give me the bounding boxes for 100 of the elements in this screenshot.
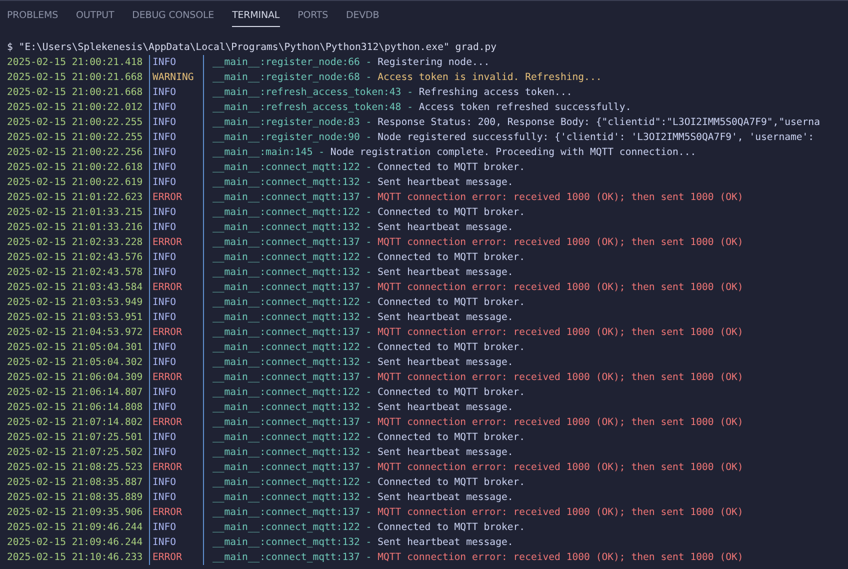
log-message: Sent heartbeat message. (378, 356, 514, 370)
log-source: __main__:connect_mqtt:122 - (212, 386, 372, 400)
log-source: __main__:connect_mqtt:132 - (212, 311, 372, 325)
log-timestamp: 2025-02-15 21:04:53.972 (7, 326, 143, 340)
log-severity: INFO (152, 131, 178, 145)
log-severity: ERROR (152, 416, 183, 430)
log-severity: INFO (152, 86, 178, 100)
log-message: Sent heartbeat message. (378, 176, 514, 190)
log-severity: ERROR (152, 281, 183, 295)
log-severity: INFO (152, 146, 178, 160)
log-source: __main__:connect_mqtt:137 - (212, 371, 372, 385)
log-timestamp: 2025-02-15 21:05:04.302 (7, 356, 143, 370)
log-timestamp: 2025-02-15 21:09:46.244 (7, 521, 143, 535)
log-message: MQTT connection error: received 1000 (OK); then sent 1000 (OK) (378, 551, 744, 565)
log-message: Access token refreshed successfully. (418, 101, 632, 115)
log-source: __main__:connect_mqtt:132 - (212, 356, 372, 370)
log-source: __main__:connect_mqtt:137 - (212, 416, 372, 430)
log-timestamp: 2025-02-15 21:02:33.228 (7, 236, 143, 250)
log-source: __main__:connect_mqtt:137 - (212, 191, 372, 205)
command-line: $ "E:\Users\Splekenesis\AppData\Local\Programs\Python\Python312\python.exe" grad.py (7, 41, 498, 55)
log-severity: INFO (152, 536, 178, 550)
log-message: MQTT connection error: received 1000 (OK); then sent 1000 (OK) (378, 461, 744, 475)
log-timestamp: 2025-02-15 21:03:53.949 (7, 296, 143, 310)
log-severity: INFO (152, 176, 178, 190)
log-timestamp: 2025-02-15 21:01:22.623 (7, 191, 143, 205)
log-source: __main__:connect_mqtt:137 - (212, 461, 372, 475)
log-message: Sent heartbeat message. (378, 311, 514, 325)
log-severity: ERROR (152, 191, 183, 205)
log-timestamp: 2025-02-15 21:10:46.233 (7, 551, 143, 565)
log-timestamp: 2025-02-15 21:08:25.523 (7, 461, 143, 475)
log-message: MQTT connection error: received 1000 (OK); then sent 1000 (OK) (378, 371, 744, 385)
log-source: __main__:connect_mqtt:137 - (212, 236, 372, 250)
log-severity: WARNING (152, 71, 195, 85)
log-message: MQTT connection error: received 1000 (OK); then sent 1000 (OK) (378, 416, 744, 430)
log-message: Sent heartbeat message. (378, 266, 514, 280)
log-source: __main__:register_node:68 - (212, 71, 372, 85)
log-source: __main__:connect_mqtt:132 - (212, 221, 372, 235)
log-source: __main__:connect_mqtt:122 - (212, 476, 372, 490)
panel-tab[interactable]: PROBLEMS (7, 10, 58, 27)
log-severity: ERROR (152, 506, 183, 520)
log-source: __main__:connect_mqtt:122 - (212, 206, 372, 220)
log-timestamp: 2025-02-15 21:06:04.309 (7, 371, 143, 385)
log-severity: INFO (152, 341, 178, 355)
log-message: Sent heartbeat message. (378, 446, 514, 460)
log-timestamp: 2025-02-15 21:02:43.578 (7, 266, 143, 280)
log-message: Response Status: 200, Response Body: {"clientid":"L3OI2IMM5S0QA7F9","userna (378, 116, 820, 130)
log-message: Node registered successfully: {'clientid': 'L3OI2IMM5S0QA7F9', 'username': (378, 131, 814, 145)
log-severity: ERROR (152, 461, 183, 475)
log-source: __main__:connect_mqtt:137 - (212, 506, 372, 520)
log-severity: INFO (152, 476, 178, 490)
panel-tab[interactable]: DEBUG CONSOLE (132, 10, 214, 27)
log-timestamp: 2025-02-15 21:09:35.906 (7, 506, 143, 520)
log-source: __main__:register_node:90 - (212, 131, 372, 145)
log-timestamp: 2025-02-15 21:00:21.668 (7, 86, 143, 100)
panel-tab[interactable]: OUTPUT (76, 10, 114, 27)
log-message: Sent heartbeat message. (378, 536, 514, 550)
log-source: __main__:connect_mqtt:132 - (212, 491, 372, 505)
log-severity: INFO (152, 56, 178, 70)
panel-tab[interactable]: DEVDB (346, 10, 380, 27)
panel-tab[interactable]: PORTS (298, 10, 328, 27)
log-timestamp: 2025-02-15 21:09:46.244 (7, 536, 143, 550)
log-message: Connected to MQTT broker. (378, 206, 526, 220)
log-message: Access token is invalid. Refreshing... (378, 71, 602, 85)
log-severity: INFO (152, 311, 178, 325)
log-source: __main__:refresh_access_token:48 - (212, 101, 413, 115)
log-message: Connected to MQTT broker. (378, 476, 526, 490)
log-message: Node registration complete. Proceeding with MQTT connection... (330, 146, 696, 160)
log-message: Connected to MQTT broker. (378, 161, 526, 175)
log-severity: ERROR (152, 236, 183, 250)
log-source: __main__:connect_mqtt:132 - (212, 536, 372, 550)
log-source: __main__:connect_mqtt:137 - (212, 551, 372, 565)
log-source: __main__:connect_mqtt:137 - (212, 281, 372, 295)
log-severity: INFO (152, 206, 178, 220)
panel-tab[interactable]: TERMINAL (232, 10, 280, 27)
log-message: Connected to MQTT broker. (378, 431, 526, 445)
log-source: __main__:connect_mqtt:122 - (212, 296, 372, 310)
log-source: __main__:connect_mqtt:137 - (212, 326, 372, 340)
log-severity: ERROR (152, 551, 183, 565)
log-message: Registering node... (378, 56, 490, 70)
log-source: __main__:register_node:66 - (212, 56, 372, 70)
log-timestamp: 2025-02-15 21:00:22.618 (7, 161, 143, 175)
log-timestamp: 2025-02-15 21:07:25.501 (7, 431, 143, 445)
log-source: __main__:register_node:83 - (212, 116, 372, 130)
log-severity: INFO (152, 161, 178, 175)
log-timestamp: 2025-02-15 21:06:14.807 (7, 386, 143, 400)
log-timestamp: 2025-02-15 21:00:22.256 (7, 146, 143, 160)
log-timestamp: 2025-02-15 21:05:04.301 (7, 341, 143, 355)
log-message: Sent heartbeat message. (378, 221, 514, 235)
log-timestamp: 2025-02-15 21:08:35.889 (7, 491, 143, 505)
log-message: Sent heartbeat message. (378, 491, 514, 505)
log-source: __main__:connect_mqtt:132 - (212, 401, 372, 415)
log-message: MQTT connection error: received 1000 (OK); then sent 1000 (OK) (378, 236, 744, 250)
log-severity: INFO (152, 521, 178, 535)
log-source: __main__:connect_mqtt:122 - (212, 431, 372, 445)
log-source: __main__:connect_mqtt:122 - (212, 161, 372, 175)
log-severity: ERROR (152, 326, 183, 340)
log-timestamp: 2025-02-15 21:03:53.951 (7, 311, 143, 325)
log-severity: ERROR (152, 371, 183, 385)
log-severity: INFO (152, 266, 178, 280)
log-message: Sent heartbeat message. (378, 401, 514, 415)
